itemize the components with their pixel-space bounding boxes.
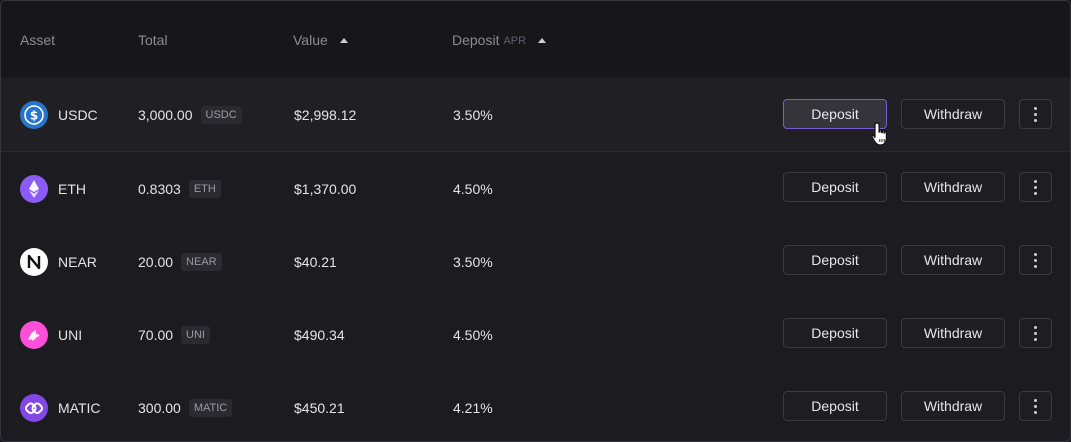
table-row: NEAR 20.00 NEAR $40.21 3.50% Deposit Wit… xyxy=(1,225,1070,299)
table-row: UNI 70.00 UNI $490.34 4.50% Deposit With… xyxy=(1,298,1070,372)
total-amount: 70.00 xyxy=(138,326,174,343)
withdraw-button[interactable]: Withdraw xyxy=(901,99,1005,129)
unit-badge: UNI xyxy=(181,325,210,344)
svg-text:$: $ xyxy=(30,108,38,122)
total-cell: 3,000.00 USDC xyxy=(138,78,242,151)
value-cell: $490.34 xyxy=(294,326,345,343)
near-icon xyxy=(20,247,48,276)
asset-cell: UNI xyxy=(20,298,82,371)
header-deposit-apr[interactable]: Deposit APR xyxy=(452,32,547,48)
header-total: Total xyxy=(138,32,168,48)
apr-cell: 4.21% xyxy=(453,399,493,416)
more-options-button[interactable] xyxy=(1019,99,1052,129)
withdraw-button[interactable]: Withdraw xyxy=(901,318,1005,348)
withdraw-button[interactable]: Withdraw xyxy=(901,172,1005,202)
total-amount: 0.8303 xyxy=(138,180,181,197)
asset-name: MATIC xyxy=(58,399,101,416)
more-options-button[interactable] xyxy=(1019,172,1052,202)
more-options-button[interactable] xyxy=(1019,318,1052,348)
apr-cell: 3.50% xyxy=(453,106,493,123)
value-cell: $2,998.12 xyxy=(294,106,357,123)
asset-name: USDC xyxy=(58,106,98,123)
asset-cell: ETH xyxy=(20,152,86,225)
total-amount: 300.00 xyxy=(138,399,181,416)
table-row: ETH 0.8303 ETH $1,370.00 4.50% Deposit W… xyxy=(1,152,1070,226)
total-cell: 300.00 MATIC xyxy=(138,371,233,441)
asset-name: NEAR xyxy=(58,253,97,270)
asset-cell: $ USDC xyxy=(20,78,98,151)
unit-badge: NEAR xyxy=(181,252,222,271)
unit-badge: USDC xyxy=(200,105,242,124)
header-value[interactable]: Value xyxy=(293,32,348,48)
header-asset: Asset xyxy=(20,32,56,48)
asset-name: ETH xyxy=(58,180,86,197)
sort-ascending-icon[interactable] xyxy=(339,37,348,43)
usdc-icon: $ xyxy=(20,100,48,129)
table-row: $ USDC 3,000.00 USDC $2,998.12 3.50% Dep… xyxy=(1,78,1070,152)
kebab-menu-icon xyxy=(1034,325,1037,341)
withdraw-button[interactable]: Withdraw xyxy=(901,245,1005,275)
kebab-menu-icon xyxy=(1034,398,1037,414)
asset-cell: MATIC xyxy=(20,371,101,441)
sort-ascending-icon[interactable] xyxy=(538,37,547,43)
total-cell: 0.8303 ETH xyxy=(138,152,221,225)
unit-badge: ETH xyxy=(188,179,221,198)
total-cell: 20.00 NEAR xyxy=(138,225,222,298)
uni-icon xyxy=(20,320,48,349)
table-header: Asset Total Value Deposit APR xyxy=(1,1,1070,77)
asset-name: UNI xyxy=(58,326,83,343)
deposit-button[interactable]: Deposit xyxy=(783,391,887,421)
more-options-button[interactable] xyxy=(1019,391,1052,421)
apr-cell: 4.50% xyxy=(453,180,493,197)
asset-table: Asset Total Value Deposit APR $ USDC 3,0… xyxy=(0,0,1071,442)
deposit-button[interactable]: Deposit xyxy=(783,245,887,275)
asset-cell: NEAR xyxy=(20,225,97,298)
deposit-button[interactable]: Deposit xyxy=(783,318,887,348)
hand-cursor-icon xyxy=(871,122,887,146)
matic-icon xyxy=(20,393,48,422)
eth-icon xyxy=(20,174,48,203)
withdraw-button[interactable]: Withdraw xyxy=(901,391,1005,421)
more-options-button[interactable] xyxy=(1019,245,1052,275)
table-row: MATIC 300.00 MATIC $450.21 4.21% Deposit… xyxy=(1,371,1070,441)
total-amount: 3,000.00 xyxy=(138,106,193,123)
apr-cell: 4.50% xyxy=(453,326,493,343)
total-amount: 20.00 xyxy=(138,253,174,270)
kebab-menu-icon xyxy=(1034,179,1037,195)
value-cell: $450.21 xyxy=(294,399,345,416)
unit-badge: MATIC xyxy=(188,398,233,417)
kebab-menu-icon xyxy=(1034,106,1037,122)
apr-cell: 3.50% xyxy=(453,253,493,270)
value-cell: $1,370.00 xyxy=(294,180,357,197)
value-cell: $40.21 xyxy=(294,253,337,270)
kebab-menu-icon xyxy=(1034,252,1037,268)
deposit-button[interactable]: Deposit xyxy=(783,172,887,202)
total-cell: 70.00 UNI xyxy=(138,298,210,371)
